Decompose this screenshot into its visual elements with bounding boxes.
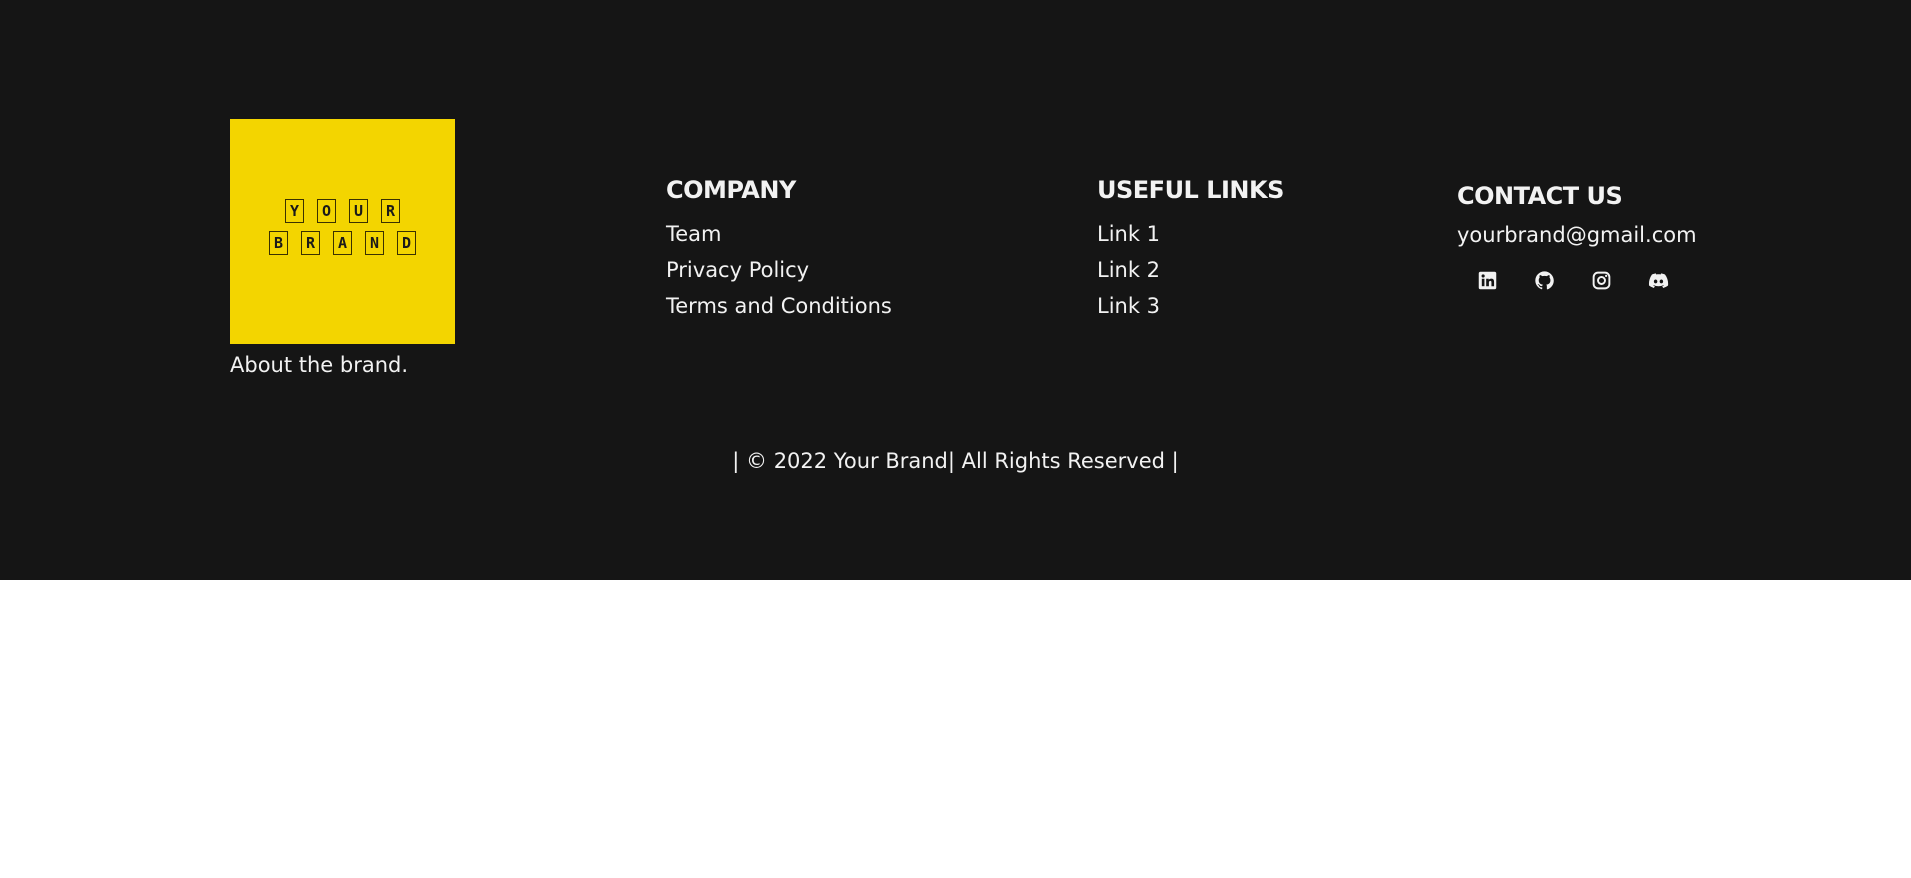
link-3[interactable]: Link 3: [1097, 288, 1284, 324]
logo-tile: R: [301, 231, 320, 255]
contact-column: CONTACT US yourbrand@gmail.com: [1457, 182, 1697, 292]
logo-row-1: Y O U R: [230, 199, 455, 223]
brand-logo[interactable]: Y O U R B R A N D: [230, 119, 455, 344]
footer: Y O U R B R A N D About the brand. COMPA…: [0, 0, 1911, 580]
logo-tile: A: [333, 231, 352, 255]
contact-heading: CONTACT US: [1457, 182, 1623, 210]
link-2[interactable]: Link 2: [1097, 252, 1284, 288]
discord-icon[interactable]: [1647, 269, 1670, 292]
company-column: COMPANY Team Privacy Policy Terms and Co…: [666, 176, 892, 324]
contact-email-link[interactable]: yourbrand@gmail.com: [1457, 223, 1697, 247]
useful-links-column: USEFUL LINKS Link 1 Link 2 Link 3: [1097, 176, 1284, 324]
logo-tile: D: [397, 231, 416, 255]
company-heading: COMPANY: [666, 176, 796, 204]
about-brand-text: About the brand.: [230, 353, 409, 377]
logo-tile: U: [349, 199, 368, 223]
team-link[interactable]: Team: [666, 216, 892, 252]
logo-tile: O: [317, 199, 336, 223]
logo-letters: Y O U R B R A N D: [230, 199, 455, 263]
useful-links-list: Link 1 Link 2 Link 3: [1097, 216, 1284, 324]
useful-links-heading: USEFUL LINKS: [1097, 176, 1284, 204]
terms-link[interactable]: Terms and Conditions: [666, 288, 892, 324]
logo-tile: Y: [285, 199, 304, 223]
social-icons: [1476, 269, 1697, 292]
logo-tile: N: [365, 231, 384, 255]
privacy-policy-link[interactable]: Privacy Policy: [666, 252, 892, 288]
logo-row-2: B R A N D: [230, 231, 455, 255]
copyright-text: | © 2022 Your Brand| All Rights Reserved…: [732, 449, 1179, 473]
github-icon[interactable]: [1533, 269, 1556, 292]
instagram-icon[interactable]: [1590, 269, 1613, 292]
logo-tile: B: [269, 231, 288, 255]
logo-tile: R: [381, 199, 400, 223]
company-links: Team Privacy Policy Terms and Conditions: [666, 216, 892, 324]
linkedin-icon[interactable]: [1476, 269, 1499, 292]
link-1[interactable]: Link 1: [1097, 216, 1284, 252]
